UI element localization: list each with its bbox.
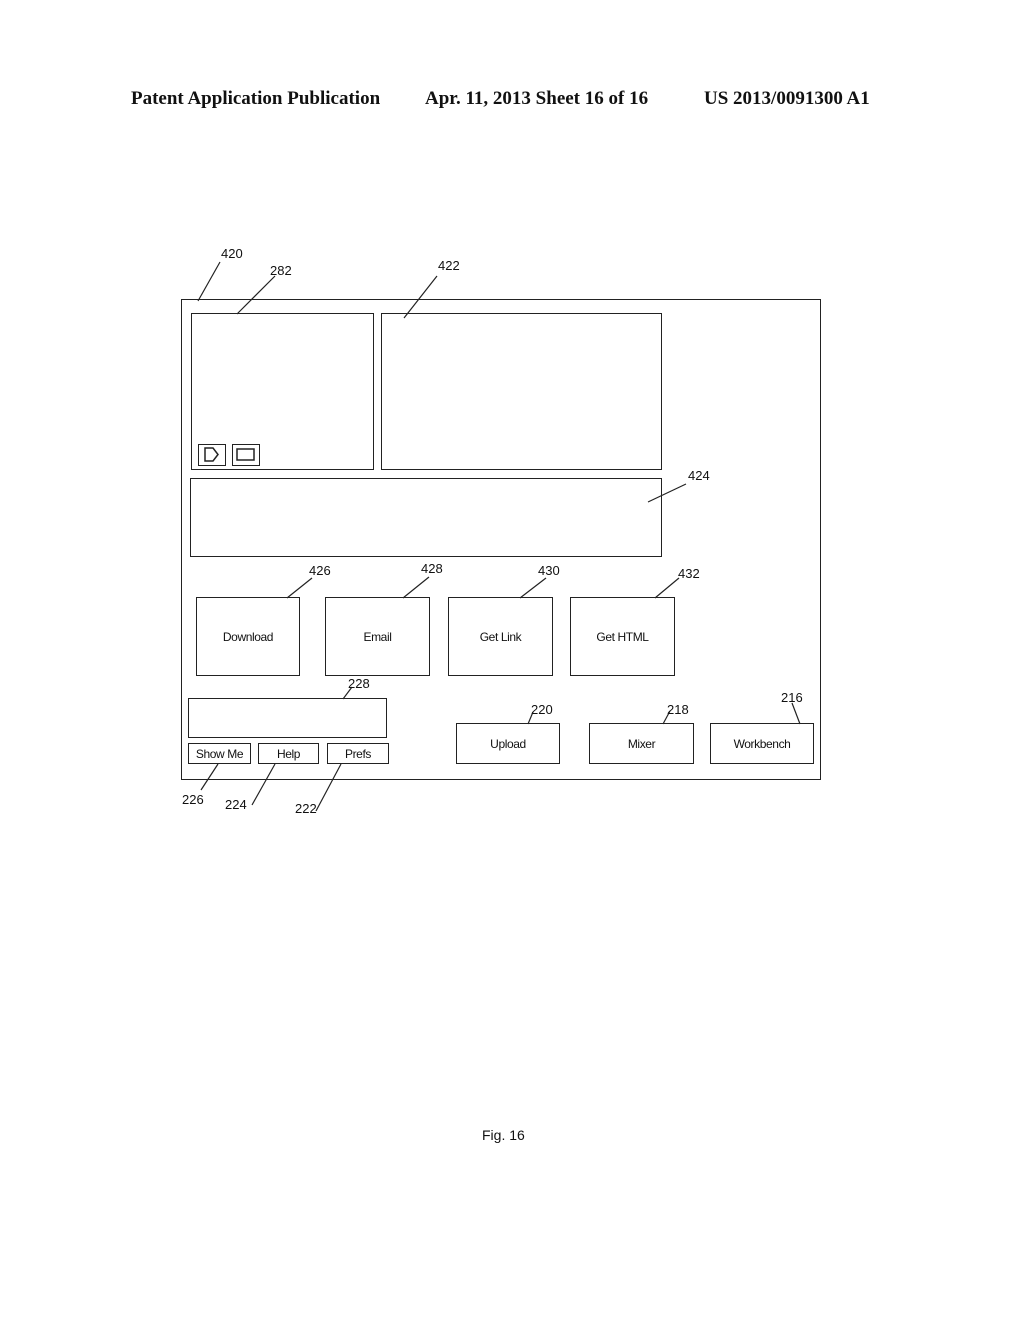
ref-424: 424 [688,468,710,483]
leader-430 [519,577,547,599]
ref-432: 432 [678,566,700,581]
ref-420: 420 [221,246,243,261]
leader-222 [315,763,342,812]
figure-label: Fig. 16 [482,1127,525,1143]
ref-282: 282 [270,263,292,278]
ref-426: 426 [309,563,331,578]
ref-422: 422 [438,258,460,273]
ref-226: 226 [182,792,204,807]
leader-lines [197,261,801,812]
leader-224 [251,763,276,806]
ref-222: 222 [295,801,317,816]
leader-216 [791,702,801,725]
ref-430: 430 [538,563,560,578]
ref-224: 224 [225,797,247,812]
leader-226 [200,763,219,791]
leader-432 [654,577,680,599]
leader-282 [236,275,276,315]
leader-422 [403,275,438,319]
ref-228: 228 [348,676,370,691]
ref-220: 220 [531,702,553,717]
leader-420 [197,261,221,302]
ref-216: 216 [781,690,803,705]
leader-424 [647,483,687,503]
ref-218: 218 [667,702,689,717]
ref-428: 428 [421,561,443,576]
leader-428 [402,576,430,599]
leader-426 [286,577,313,599]
